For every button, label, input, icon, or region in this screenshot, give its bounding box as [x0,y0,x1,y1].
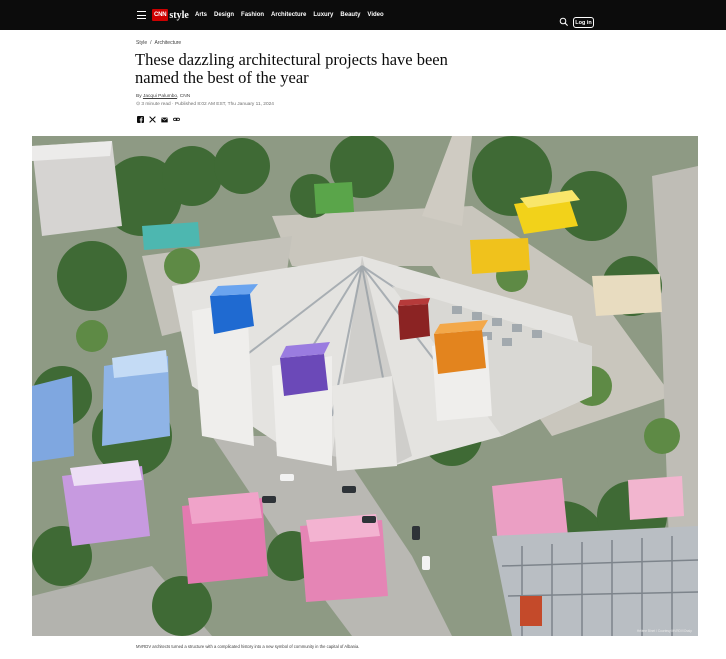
byline-outlet: , CNN [177,94,191,99]
link-icon[interactable] [173,116,180,123]
cnn-logo-mark: CNN [152,9,169,21]
photo-credit: Hélène Binet / Courtesy MVRDV/Ossip [636,629,692,633]
nav-link-arts[interactable]: Arts [195,12,207,18]
breadcrumb: Style / Architecture [136,40,181,46]
facebook-icon[interactable] [137,116,144,123]
nav-link-fashion[interactable]: Fashion [241,12,264,18]
nav-link-beauty[interactable]: Beauty [340,12,360,18]
nav-link-design[interactable]: Design [214,12,234,18]
nav-link-video[interactable]: Video [367,12,383,18]
image-caption: MVRDV architects turned a structure with… [136,644,360,649]
nav-link-luxury[interactable]: Luxury [313,12,333,18]
top-nav-bar: CNN style Arts Design Fashion Architectu… [0,0,726,30]
author-link[interactable]: Jacqui Palumbo [143,94,177,99]
style-wordmark: style [169,9,189,21]
breadcrumb-separator: / [150,40,152,46]
hero-image: Hélène Binet / Courtesy MVRDV/Ossip [32,136,698,636]
hamburger-menu-icon[interactable] [137,11,146,19]
article-headline: These dazzling architectural projects ha… [135,50,448,87]
breadcrumb-style[interactable]: Style [136,40,147,46]
search-icon[interactable] [559,14,569,26]
byline-prefix: By [136,94,142,99]
aerial-photo-pyramid-of-tirana [32,136,698,636]
section-nav: Arts Design Fashion Architecture Luxury … [195,12,384,18]
email-icon[interactable] [161,116,168,123]
x-icon[interactable] [149,116,156,123]
breadcrumb-architecture[interactable]: Architecture [155,40,182,46]
cnn-style-logo[interactable]: CNN style [152,9,189,21]
article-timestamp: ⊙ 3 minute read · Published 8:02 AM EST,… [136,102,274,107]
share-bar [137,116,180,123]
nav-link-architecture[interactable]: Architecture [271,12,306,18]
byline: By Jacqui Palumbo, CNN [136,94,190,99]
login-button[interactable]: Log in [573,17,594,28]
